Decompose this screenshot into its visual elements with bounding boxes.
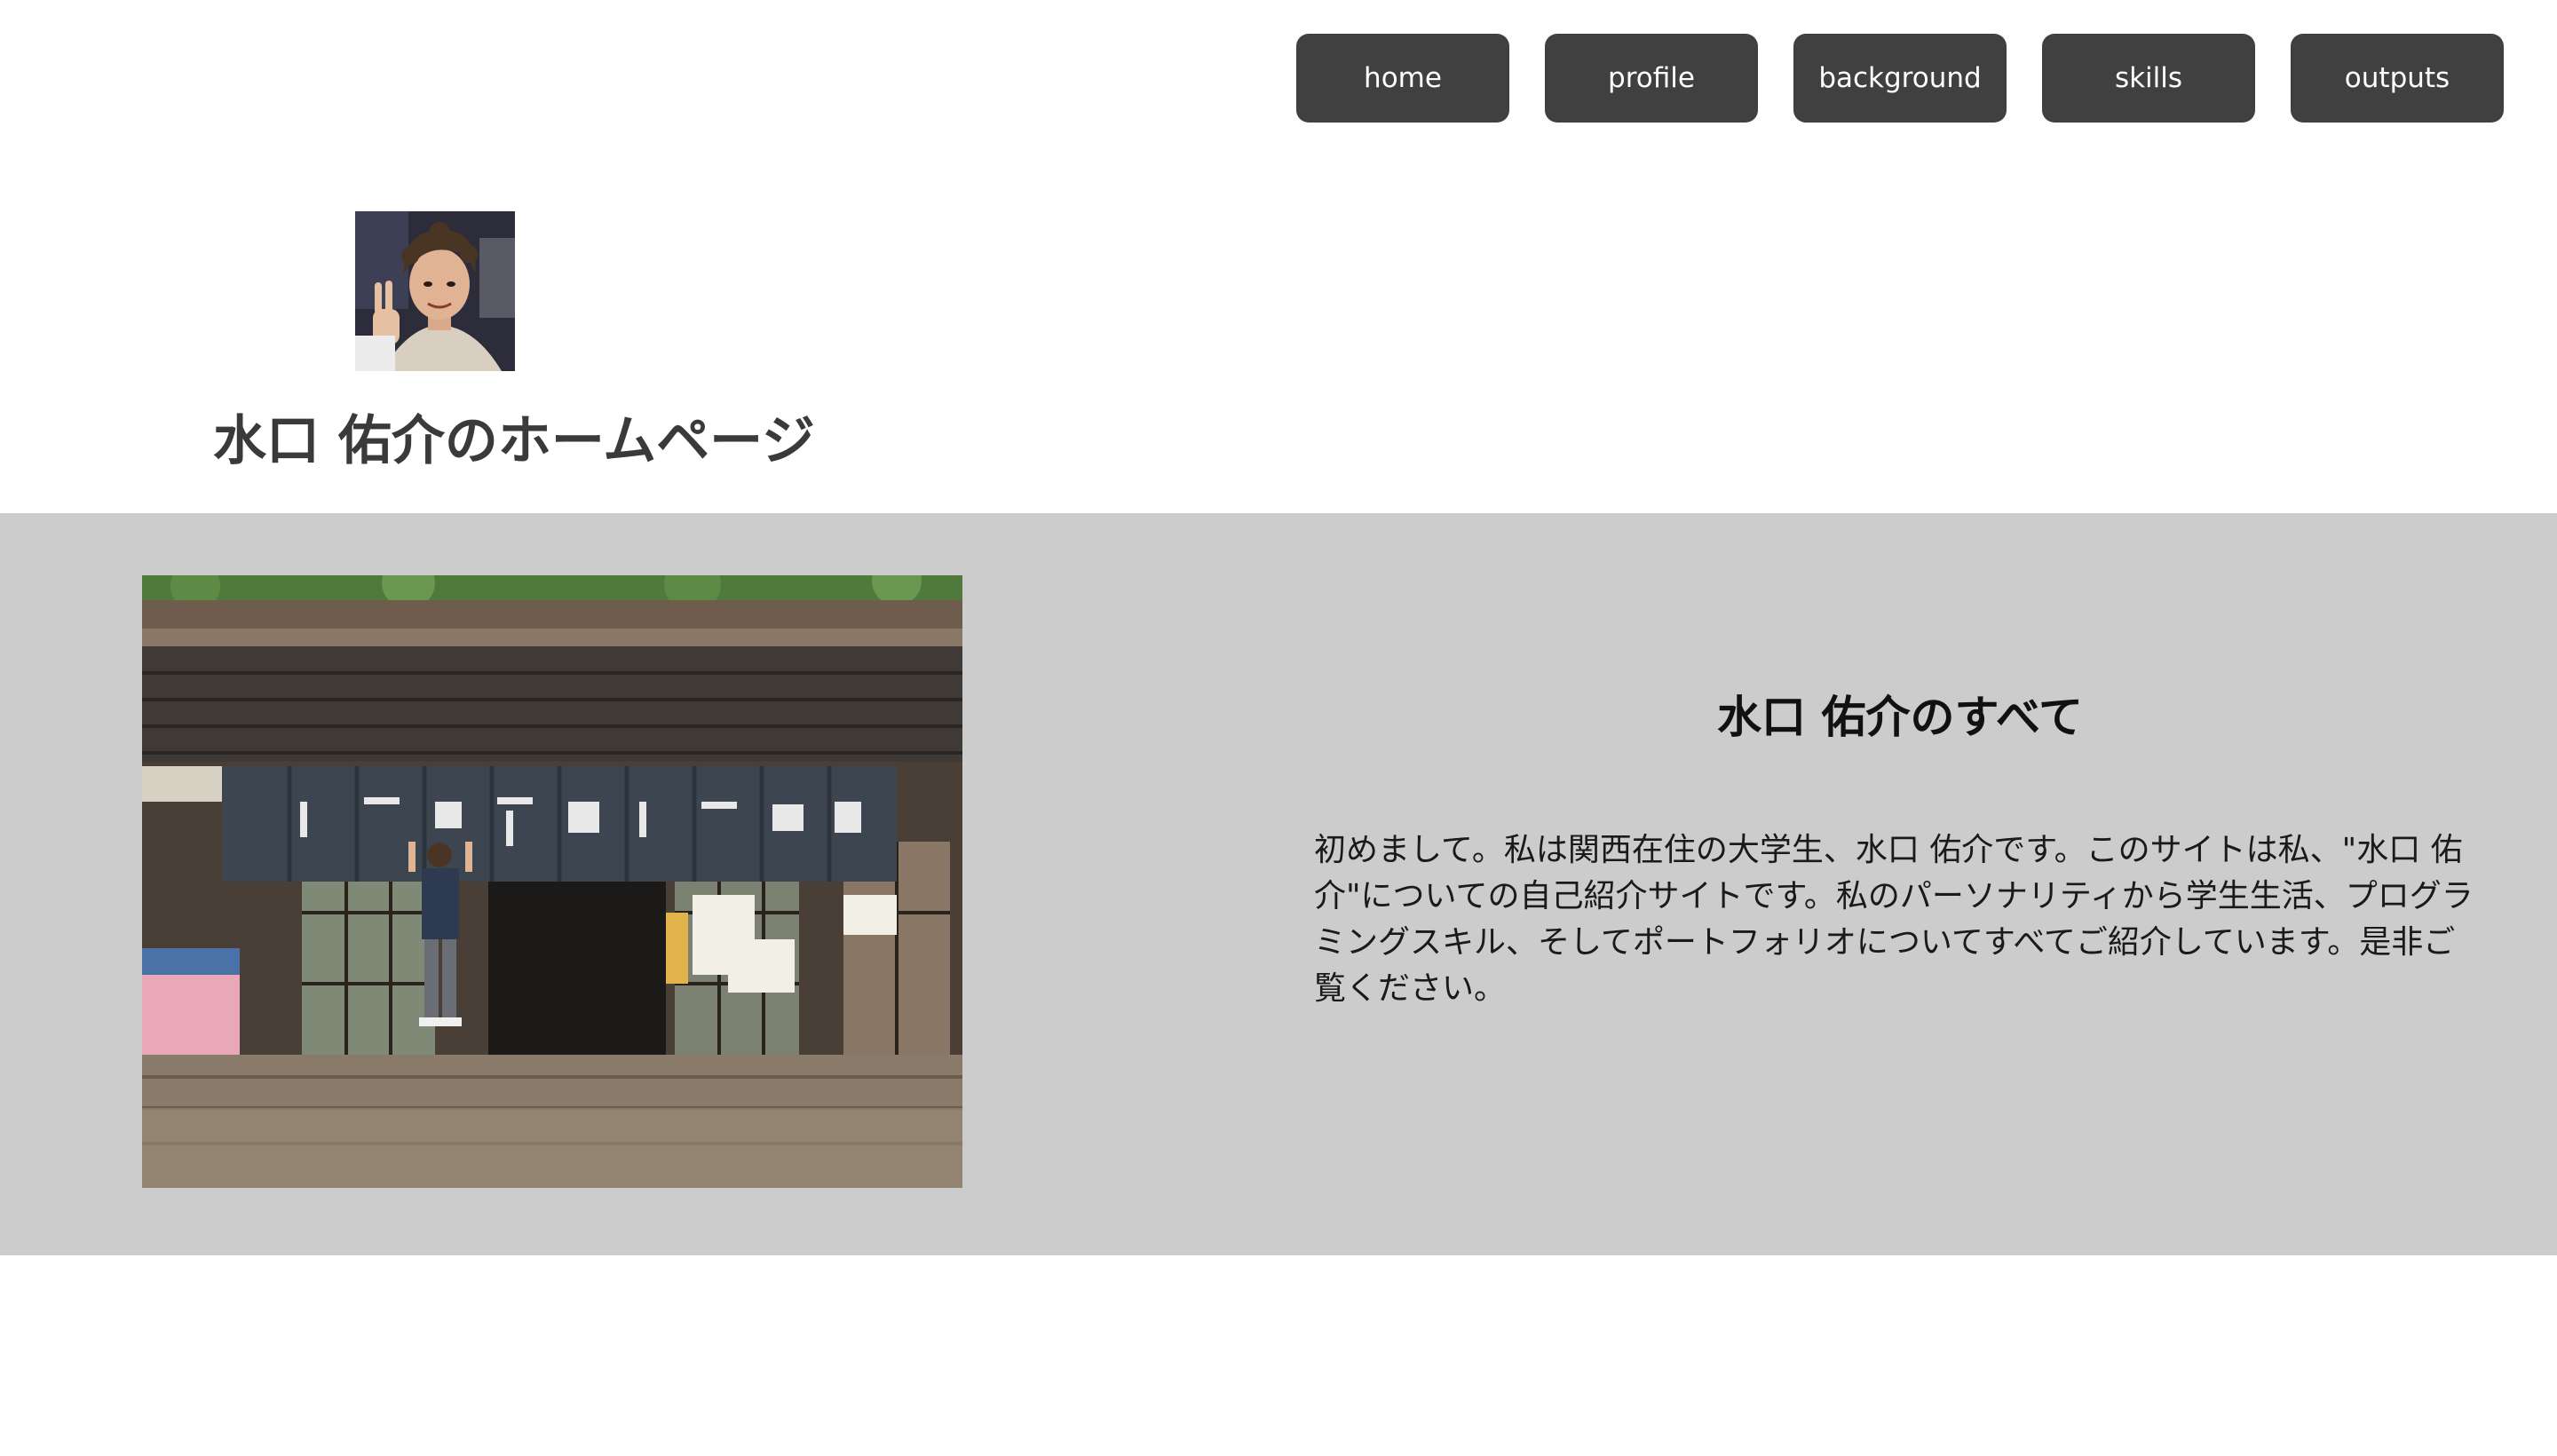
storefront-photo: [142, 575, 962, 1188]
avatar: [355, 211, 515, 371]
nav-outputs-button[interactable]: outputs: [2291, 34, 2504, 123]
avatar-photo: [355, 211, 515, 371]
intro-section: 水口 佑介のすべて 初めまして。私は関西在住の大学生、水口 佑介です。このサイト…: [0, 513, 2557, 1255]
nav-home-button[interactable]: home: [1296, 34, 1509, 123]
intro-heading: 水口 佑介のすべて: [1717, 692, 2083, 743]
main-nav: home profile background skills outputs: [1296, 34, 2504, 123]
site-header: 水口 佑介のホームページ: [0, 0, 977, 513]
page: home profile background skills outputs 水…: [0, 0, 2557, 1456]
nav-skills-button[interactable]: skills: [2042, 34, 2255, 123]
intro-block: 水口 佑介のすべて 初めまして。私は関西在住の大学生、水口 佑介です。このサイト…: [1314, 682, 2486, 1012]
page-title: 水口 佑介のホームページ: [213, 410, 815, 472]
nav-background-button[interactable]: background: [1793, 34, 2007, 123]
nav-profile-button[interactable]: profile: [1545, 34, 1758, 123]
hero-photo: [142, 575, 962, 1188]
intro-text: 初めまして。私は関西在住の大学生、水口 佑介です。このサイトは私、"水口 佑介"…: [1314, 832, 2474, 1007]
